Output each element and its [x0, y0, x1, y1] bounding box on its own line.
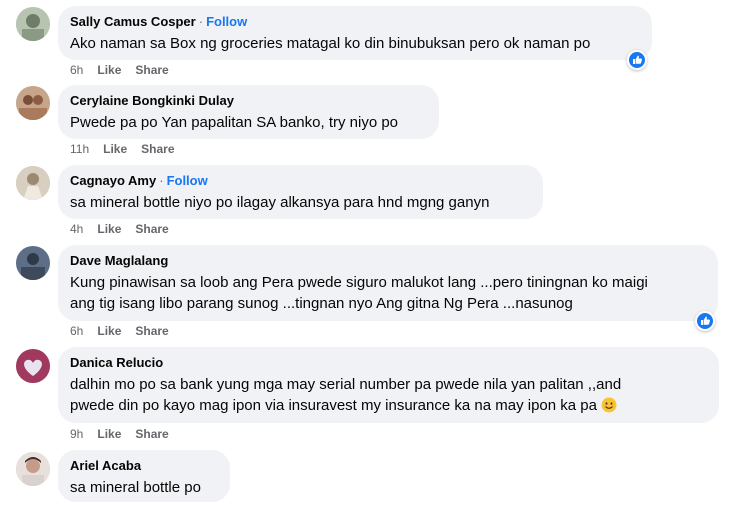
comment-text: sa mineral bottle po	[70, 479, 201, 496]
comment-actions: 4h Like Share	[70, 221, 183, 237]
comment-timestamp[interactable]: 6h	[70, 63, 83, 77]
comment-text-line: ang tig isang libo parang sunog ...tingn…	[70, 295, 573, 312]
share-button[interactable]: Share	[135, 222, 168, 236]
avatar[interactable]	[16, 7, 50, 41]
comment-text-line: pwede din po kayo mag ipon via insuraves…	[70, 397, 597, 414]
follow-link[interactable]: Follow	[167, 173, 208, 188]
comment-text-line: Kung pinawisan sa loob ang Pera pwede si…	[70, 274, 648, 291]
share-button[interactable]: Share	[141, 142, 174, 156]
commenter-name[interactable]: Ariel Acaba	[70, 458, 141, 473]
comment-bubble: Dave Maglalang Kung pinawisan sa loob an…	[58, 245, 718, 321]
comment-actions: 9h Like Share	[70, 426, 183, 442]
comment-actions: 11h Like Share	[70, 141, 189, 157]
smiling-face-emoji	[601, 397, 617, 413]
comment-timestamp[interactable]: 9h	[70, 427, 83, 441]
comment-text: dalhin mo po sa bank yung mga may serial…	[70, 374, 707, 416]
share-button[interactable]: Share	[135, 427, 168, 441]
comment-actions: 6h Like Share	[70, 323, 183, 339]
avatar[interactable]	[16, 166, 50, 200]
commenter-name[interactable]: Sally Camus Cosper	[70, 14, 196, 29]
comment-text: sa mineral bottle niyo po ilagay alkansy…	[70, 194, 490, 211]
like-button[interactable]: Like	[97, 324, 121, 338]
comment-text: Ako naman sa Box ng groceries matagal ko…	[70, 35, 591, 52]
follow-link[interactable]: Follow	[206, 14, 247, 29]
commenter-name[interactable]: Danica Relucio	[70, 355, 163, 370]
comment-text: Pwede pa po Yan papalitan SA banko, try …	[70, 114, 399, 131]
comment-bubble: Sally Camus Cosper · Follow Ako naman sa B…	[58, 6, 652, 60]
like-reaction-icon[interactable]	[695, 311, 715, 331]
like-button[interactable]: Like	[103, 142, 127, 156]
avatar[interactable]	[16, 452, 50, 486]
like-reaction-icon[interactable]	[627, 50, 647, 70]
commenter-name[interactable]: Cerylaine Bongkinki Dulay	[70, 93, 234, 108]
avatar[interactable]	[16, 349, 50, 383]
comment-timestamp[interactable]: 4h	[70, 222, 83, 236]
comment-timestamp[interactable]: 6h	[70, 324, 83, 338]
avatar[interactable]	[16, 86, 50, 120]
like-button[interactable]: Like	[97, 222, 121, 236]
avatar[interactable]	[16, 246, 50, 280]
share-button[interactable]: Share	[135, 324, 168, 338]
commenter-name[interactable]: Cagnayo Amy	[70, 173, 156, 188]
comment-text-line: dalhin mo po sa bank yung mga may serial…	[70, 376, 622, 393]
comment-bubble: Cagnayo Amy · Follow sa mineral bottle niy…	[58, 165, 543, 219]
comment-timestamp[interactable]: 11h	[70, 142, 89, 156]
comment-actions: 6h Like Share	[70, 62, 183, 78]
like-button[interactable]: Like	[97, 427, 121, 441]
like-button[interactable]: Like	[97, 63, 121, 77]
share-button[interactable]: Share	[135, 63, 168, 77]
comment-bubble: Ariel Acaba sa mineral bottle po	[58, 450, 230, 502]
comment-bubble: Danica Relucio dalhin mo po sa bank yung…	[58, 347, 719, 423]
commenter-name[interactable]: Dave Maglalang	[70, 253, 168, 268]
comment-bubble: Cerylaine Bongkinki Dulay Pwede pa po Ya…	[58, 85, 439, 139]
comment-text: Kung pinawisan sa loob ang Pera pwede si…	[70, 272, 706, 314]
